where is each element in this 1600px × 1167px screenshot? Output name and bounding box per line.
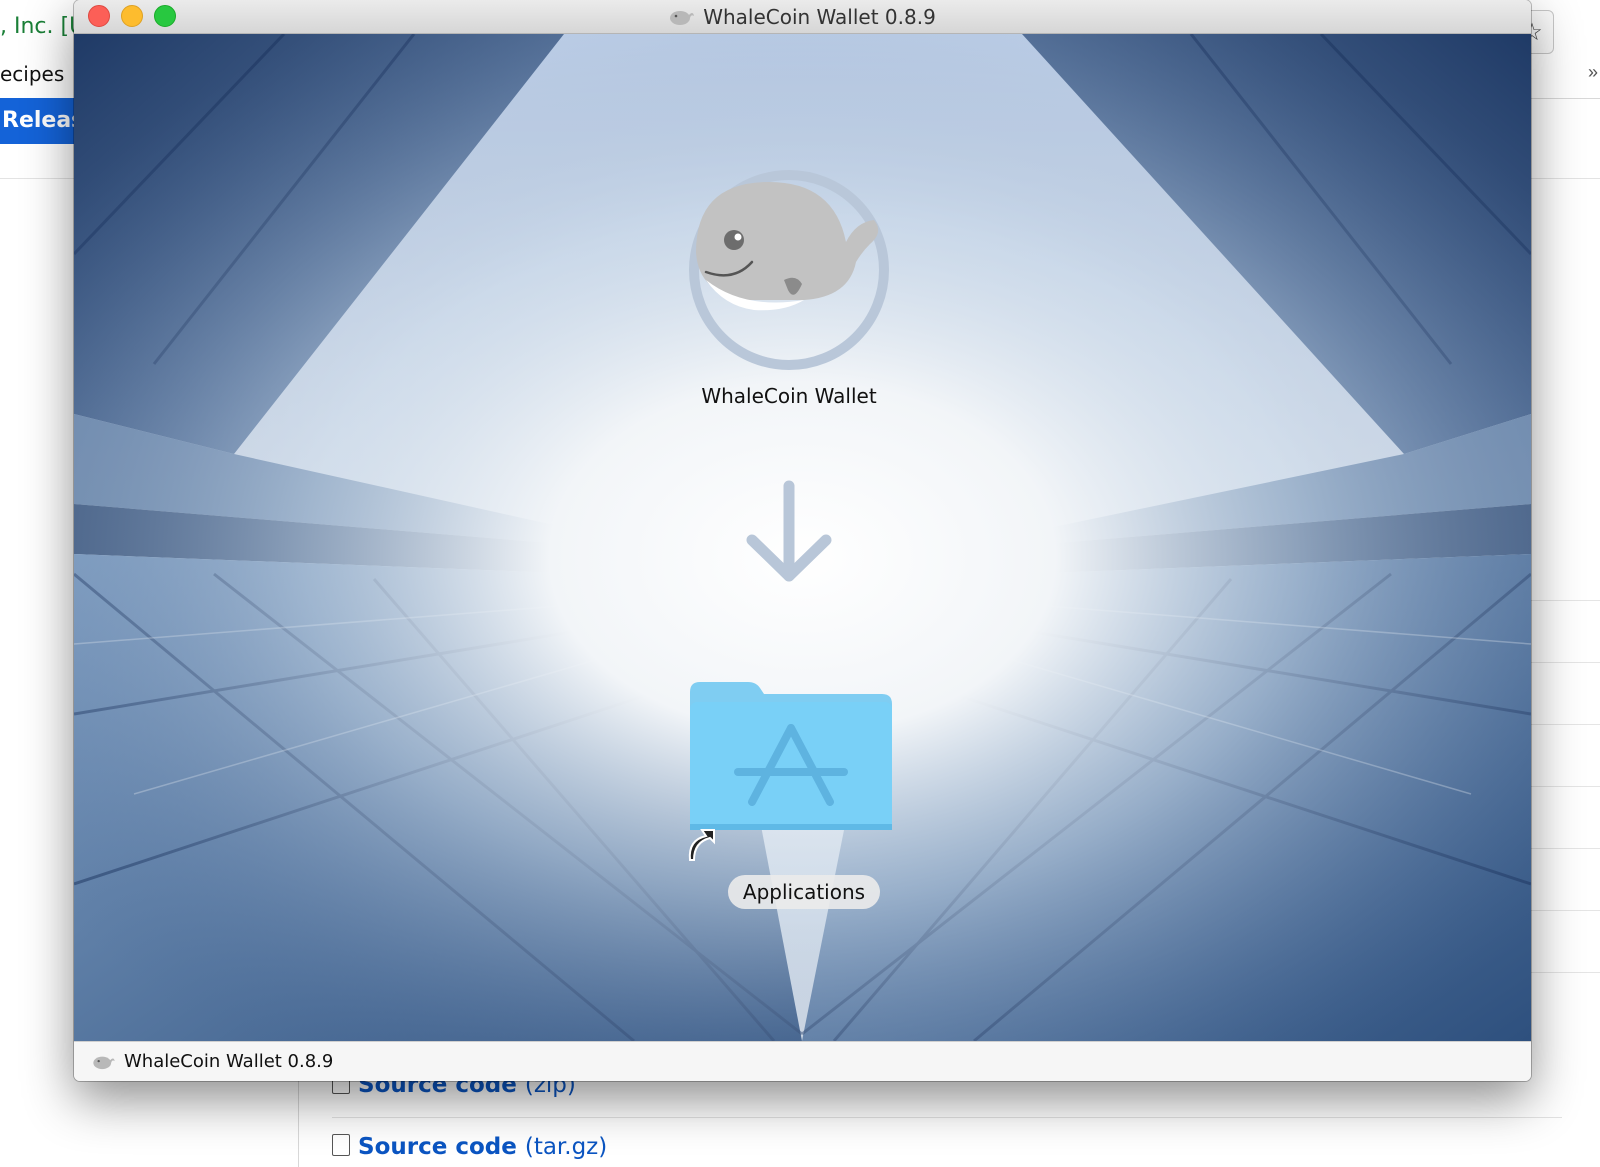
- window-title: WhaleCoin Wallet 0.8.9: [703, 4, 936, 29]
- window-statusbar: WhaleCoin Wallet 0.8.9: [74, 1041, 1531, 1081]
- window-titlebar[interactable]: WhaleCoin Wallet 0.8.9: [74, 0, 1531, 34]
- dmg-background: WhaleCoin Wallet Applications: [74, 34, 1531, 1041]
- status-text: WhaleCoin Wallet 0.8.9: [124, 1051, 334, 1072]
- folder-label: Applications: [728, 875, 880, 909]
- source-tar-ext: (tar.gz): [524, 1134, 608, 1160]
- alias-arrow-icon: [688, 829, 715, 861]
- arrow-down-icon: [746, 480, 832, 582]
- source-tar-label: Source code: [358, 1134, 517, 1160]
- recipes-tab[interactable]: ecipes: [0, 62, 64, 86]
- repo-owner-link[interactable]: , Inc. [U: [0, 14, 85, 39]
- dmg-window: WhaleCoin Wallet 0.8.9 WhaleCoin Wallet …: [74, 0, 1531, 1081]
- archive-file-icon: [332, 1134, 350, 1156]
- source-tar-link[interactable]: Source code (tar.gz): [332, 1134, 607, 1160]
- whale-disk-icon: [93, 1056, 115, 1069]
- whale-icon[interactable]: [684, 162, 894, 372]
- applications-folder-icon[interactable]: [686, 676, 896, 846]
- whale-disk-icon: [670, 10, 695, 25]
- more-chevron-icon[interactable]: »: [1588, 62, 1598, 83]
- app-label: WhaleCoin Wallet: [701, 384, 877, 408]
- divider: [332, 1117, 1562, 1118]
